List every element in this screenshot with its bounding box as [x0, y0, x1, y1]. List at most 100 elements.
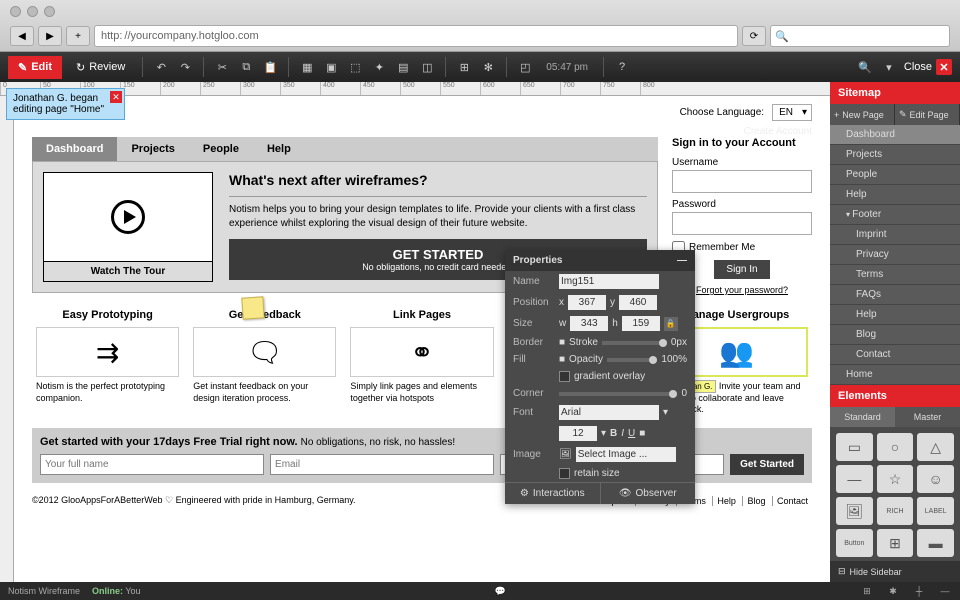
tool-icon[interactable]: ◰: [516, 58, 534, 76]
line-shape[interactable]: —: [836, 465, 873, 493]
font-size-input[interactable]: [559, 426, 597, 441]
tree-item-contact[interactable]: Contact: [830, 345, 960, 365]
tree-item-help[interactable]: Help: [830, 185, 960, 205]
rect-shape[interactable]: ▭: [836, 433, 873, 461]
username-input[interactable]: [672, 170, 812, 193]
interactions-tab[interactable]: ⚙ Interactions: [505, 483, 601, 504]
tree-item-projects[interactable]: Projects: [830, 145, 960, 165]
label-shape[interactable]: LABEL: [917, 497, 954, 525]
guides-icon[interactable]: ┼: [912, 584, 926, 598]
master-tab[interactable]: Master: [895, 407, 960, 427]
help-icon[interactable]: ?: [613, 58, 631, 76]
tree-item-terms[interactable]: Terms: [830, 265, 960, 285]
richtext-shape[interactable]: RICH: [877, 497, 914, 525]
forward-button[interactable]: ▶: [38, 26, 62, 46]
button-shape[interactable]: Button: [836, 529, 873, 557]
close-window-icon[interactable]: [10, 6, 21, 17]
signin-button[interactable]: Sign In: [714, 260, 769, 279]
footer-link[interactable]: Contact: [772, 496, 812, 506]
tree-item-faqs[interactable]: FAQs: [830, 285, 960, 305]
properties-panel[interactable]: Properties— Name Positionx y Sizew h 🔒 B…: [505, 250, 695, 504]
circle-shape[interactable]: ○: [877, 433, 914, 461]
url-bar[interactable]: http: //yourcompany.hotgloo.com: [94, 25, 738, 47]
italic-icon[interactable]: I: [621, 428, 624, 439]
font-select[interactable]: [559, 405, 659, 420]
retain-size-checkbox[interactable]: [559, 468, 570, 479]
paste-icon[interactable]: 📋: [261, 58, 279, 76]
feature-prototyping[interactable]: Easy Prototyping ⇉ Notism is the perfect…: [32, 305, 183, 420]
review-mode-tab[interactable]: ↻ Review: [68, 56, 133, 79]
trial-name-input[interactable]: [40, 454, 264, 475]
bold-icon[interactable]: B: [610, 428, 617, 439]
tool-icon[interactable]: ✦: [370, 58, 388, 76]
prop-name-input[interactable]: [559, 274, 659, 289]
reload-button[interactable]: ⟳: [742, 26, 766, 46]
edit-page-button[interactable]: ✎ Edit Page: [895, 104, 960, 125]
grid-icon[interactable]: ⊞: [860, 584, 874, 598]
language-select[interactable]: EN: [772, 104, 812, 121]
tree-item-blog[interactable]: Blog: [830, 325, 960, 345]
prop-h-input[interactable]: [622, 316, 660, 331]
hide-sidebar-button[interactable]: ⊟ Hide Sidebar: [830, 561, 960, 582]
watch-tour-button[interactable]: Watch The Tour: [43, 262, 213, 282]
standard-tab[interactable]: Standard: [830, 407, 895, 427]
browser-search[interactable]: 🔍: [770, 25, 950, 47]
wireframe-canvas[interactable]: Choose Language: EN Create Account Dashb…: [14, 96, 830, 582]
opacity-slider[interactable]: [607, 358, 657, 362]
corner-slider[interactable]: [559, 392, 677, 396]
tab-people[interactable]: People: [189, 137, 253, 161]
chat-icon[interactable]: 💬: [493, 584, 507, 598]
minimize-icon[interactable]: —: [677, 255, 687, 266]
gradient-checkbox[interactable]: [559, 371, 570, 382]
back-button[interactable]: ◀: [10, 26, 34, 46]
feature-link[interactable]: Link Pages ⚭ Simply link pages and eleme…: [346, 305, 497, 420]
tree-item-people[interactable]: People: [830, 165, 960, 185]
lock-icon[interactable]: 🔒: [664, 317, 678, 331]
tab-help[interactable]: Help: [253, 137, 305, 161]
smiley-shape[interactable]: ☺: [917, 465, 954, 493]
underline-icon[interactable]: U: [628, 428, 635, 439]
new-page-button[interactable]: + New Page: [830, 104, 895, 125]
video-player[interactable]: [43, 172, 213, 262]
tab-projects[interactable]: Projects: [117, 137, 188, 161]
cut-icon[interactable]: ✂: [213, 58, 231, 76]
tool-icon[interactable]: ▣: [322, 58, 340, 76]
zoom-window-icon[interactable]: [44, 6, 55, 17]
tree-item-home[interactable]: Home: [830, 365, 960, 385]
footer-link[interactable]: Blog: [742, 496, 769, 506]
tab-dashboard[interactable]: Dashboard: [32, 137, 117, 161]
tool-icon[interactable]: ▤: [394, 58, 412, 76]
row-shape[interactable]: ▬: [917, 529, 954, 557]
triangle-shape[interactable]: △: [917, 433, 954, 461]
prop-w-input[interactable]: [570, 316, 608, 331]
zoom-icon[interactable]: —: [938, 584, 952, 598]
prop-y-input[interactable]: [619, 295, 657, 310]
create-account-link[interactable]: Create Account: [744, 126, 812, 137]
table-shape[interactable]: ⊞: [877, 529, 914, 557]
star-shape[interactable]: ☆: [877, 465, 914, 493]
prop-x-input[interactable]: [568, 295, 606, 310]
search-icon[interactable]: 🔍: [856, 58, 874, 76]
footer-link[interactable]: Help: [712, 496, 740, 506]
undo-icon[interactable]: ↶: [152, 58, 170, 76]
tool-icon[interactable]: ⬚: [346, 58, 364, 76]
trial-email-input[interactable]: [270, 454, 494, 475]
add-tab-button[interactable]: +: [66, 26, 90, 46]
sticky-note-icon[interactable]: [241, 296, 264, 319]
canvas-area[interactable]: 0501001502002503003504004505005506006507…: [0, 82, 830, 582]
observer-tab[interactable]: 👁 Observer: [601, 483, 696, 504]
tree-item-footer[interactable]: Footer: [830, 205, 960, 225]
chevron-down-icon[interactable]: ▾: [880, 58, 898, 76]
tree-item-privacy[interactable]: Privacy: [830, 245, 960, 265]
edit-mode-tab[interactable]: ✎ Edit: [8, 56, 62, 79]
tool-icon[interactable]: ◫: [418, 58, 436, 76]
copy-icon[interactable]: ⧉: [237, 58, 255, 76]
trial-submit-button[interactable]: Get Started: [730, 454, 804, 475]
close-button[interactable]: Close✕: [904, 59, 952, 75]
select-image-button[interactable]: [576, 447, 676, 462]
tool-icon[interactable]: ⊞: [455, 58, 473, 76]
feature-feedback[interactable]: Get Feedback 🗨 Get instant feedback on y…: [189, 305, 340, 420]
tree-item-imprint[interactable]: Imprint: [830, 225, 960, 245]
tool-icon[interactable]: ▦: [298, 58, 316, 76]
redo-icon[interactable]: ↷: [176, 58, 194, 76]
